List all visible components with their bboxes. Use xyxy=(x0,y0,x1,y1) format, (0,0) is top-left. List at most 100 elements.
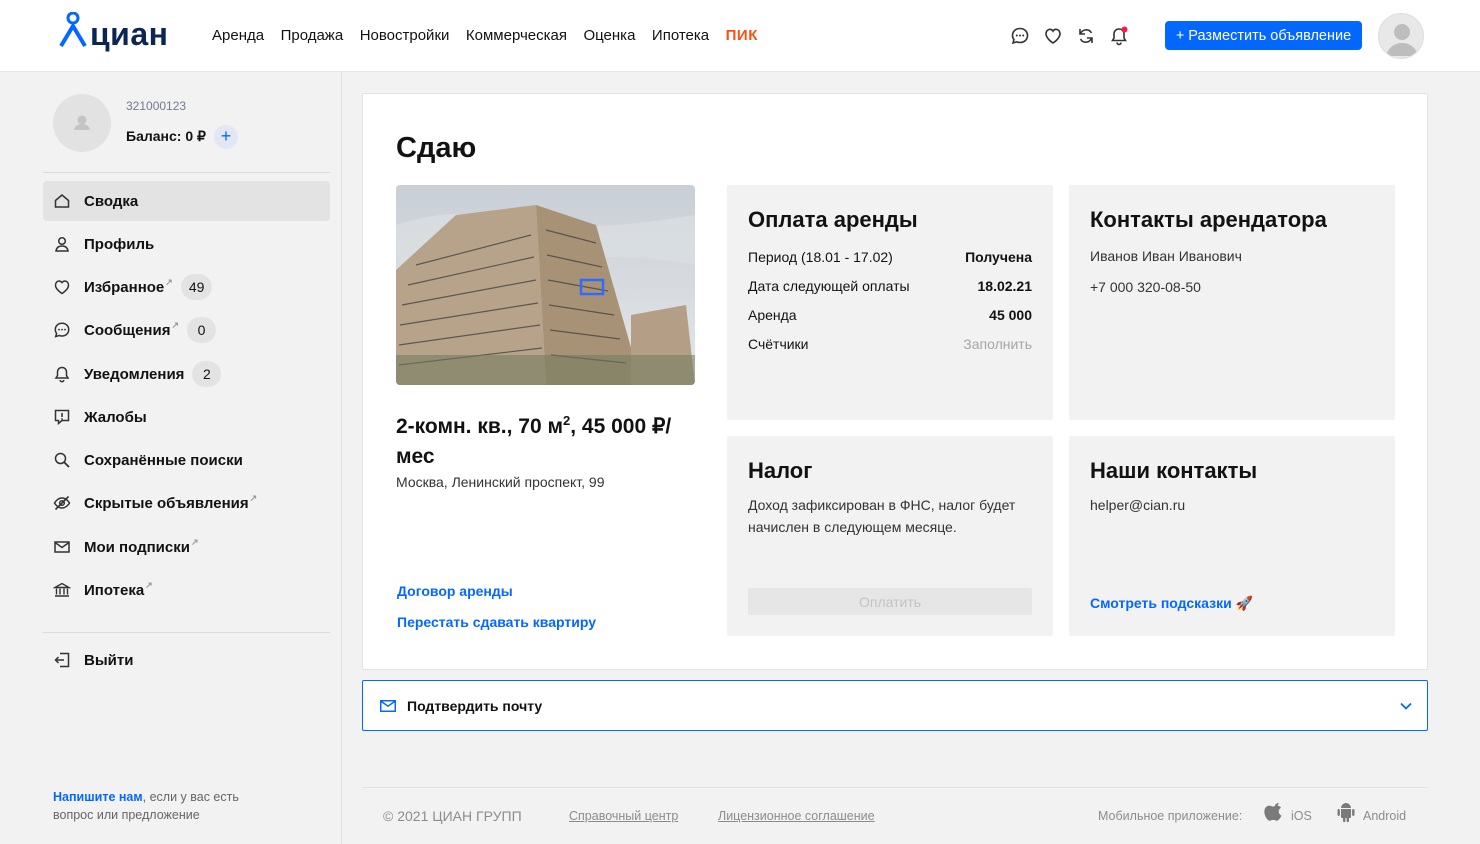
profile-avatar-icon xyxy=(74,115,90,130)
rental-contract-link[interactable]: Договор аренды xyxy=(397,583,513,599)
sidebar-item-complaints[interactable]: Жалобы xyxy=(43,397,330,437)
mobile-app-label: Мобильное приложение: xyxy=(1098,809,1243,823)
listing-photo[interactable] xyxy=(396,185,695,385)
sidebar-item-summary[interactable]: Сводка xyxy=(43,181,330,221)
rent-row-period: Период (18.01 - 17.02) Получена xyxy=(748,249,1032,265)
top-up-balance-button[interactable]: + xyxy=(214,125,238,149)
sidebar-item-label: Скрытые объявления xyxy=(84,494,249,512)
sidebar-item-hidden-ads[interactable]: Скрытые объявления ↗ xyxy=(43,483,330,523)
sidebar-item-messages[interactable]: Сообщения ↗ 0 xyxy=(43,310,330,350)
balance: Баланс: 0 ₽ xyxy=(126,128,206,144)
bank-icon xyxy=(53,582,71,597)
rent-row-value: 45 000 xyxy=(989,307,1032,323)
listing-title[interactable]: 2-комн. кв., 70 м2, 45 000 ₽/мес xyxy=(396,406,696,472)
bell-icon xyxy=(54,366,70,383)
logout-button[interactable]: Выйти xyxy=(43,640,330,680)
confirm-email-label: Подтвердить почту xyxy=(407,697,543,714)
nav-valuation[interactable]: Оценка xyxy=(583,27,635,44)
favorites-heart-icon[interactable] xyxy=(1043,26,1063,46)
confirm-email-panel[interactable]: Подтвердить почту xyxy=(362,680,1428,731)
external-link-icon: ↗ xyxy=(190,536,199,547)
nav-sale[interactable]: Продажа xyxy=(281,27,344,44)
write-us-link[interactable]: Напишите нам xyxy=(53,790,143,804)
external-link-icon: ↗ xyxy=(249,492,258,503)
chevron-down-icon[interactable] xyxy=(1399,699,1413,713)
license-agreement-link[interactable]: Лицензионное соглашение xyxy=(718,809,875,823)
android-app-link[interactable]: Android xyxy=(1363,809,1406,823)
compare-icon[interactable] xyxy=(1076,26,1096,46)
sidebar-item-saved-searches[interactable]: Сохранённые поиски xyxy=(43,440,330,480)
support-email[interactable]: helper@cian.ru xyxy=(1090,494,1185,516)
cian-logo[interactable]: циан xyxy=(58,12,174,54)
main-nav: Аренда Продажа Новостройки Коммерческая … xyxy=(212,27,774,44)
sidebar-item-label: Сохранённые поиски xyxy=(84,451,243,469)
tenant-contacts-title: Контакты арендатора xyxy=(1090,207,1327,232)
sidebar-item-favorites[interactable]: Избранное ↗ 49 xyxy=(43,267,330,307)
nav-rent[interactable]: Аренда xyxy=(212,27,264,44)
eye-off-icon xyxy=(53,495,71,511)
saved-search-icon xyxy=(54,452,70,468)
apple-icon[interactable] xyxy=(1264,802,1284,824)
sidebar-item-label: Сводка xyxy=(84,192,139,210)
heart-icon xyxy=(54,280,70,295)
messages-count-badge: 0 xyxy=(187,317,217,343)
header: циан Аренда Продажа Новостройки Коммерче… xyxy=(0,0,1480,72)
rent-row-label: Дата следующей оплаты xyxy=(748,278,910,294)
tax-box: Налог Доход зафиксирован в ФНС, налог бу… xyxy=(727,436,1053,636)
sidebar-item-profile[interactable]: Профиль xyxy=(43,224,330,264)
nav-pik[interactable]: ПИК xyxy=(726,27,758,44)
our-contacts-box: Наши контакты helper@cian.ru Смотреть по… xyxy=(1069,436,1395,636)
rental-card: Сдаю 2-комн. кв., 70 м2, 45 000 ₽/мес Мо… xyxy=(362,93,1428,670)
complaint-icon xyxy=(54,409,70,426)
external-link-icon: ↗ xyxy=(145,579,153,590)
logo-text: циан xyxy=(90,16,169,52)
external-link-icon: ↗ xyxy=(165,276,173,287)
stop-renting-link[interactable]: Перестать сдавать квартиру xyxy=(397,614,596,630)
rent-row-next-date: Дата следующей оплаты 18.02.21 xyxy=(748,278,1032,294)
nav-mortgage[interactable]: Ипотека xyxy=(652,27,709,44)
favorites-count-badge: 49 xyxy=(180,274,213,300)
ios-app-link[interactable]: iOS xyxy=(1291,809,1312,823)
sidebar-item-notifications[interactable]: Уведомления 2 xyxy=(43,354,330,394)
nav-new-buildings[interactable]: Новостройки xyxy=(360,27,450,44)
user-avatar[interactable] xyxy=(1378,13,1424,59)
mail-icon xyxy=(54,541,70,553)
chat-icon xyxy=(54,322,70,338)
listing-address: Москва, Ленинский проспект, 99 xyxy=(396,474,605,490)
help-center-link[interactable]: Справочный центр xyxy=(569,809,678,823)
logout-icon xyxy=(54,652,70,668)
rent-row-amount: Аренда 45 000 xyxy=(748,307,1032,323)
home-icon xyxy=(54,194,70,208)
sidebar-item-label: Ипотека xyxy=(84,581,145,599)
tenant-phone[interactable]: +7 000 320-08-50 xyxy=(1090,276,1201,298)
view-tips-link[interactable]: Смотреть подсказки 🚀 xyxy=(1090,595,1253,612)
logout-label: Выйти xyxy=(84,651,134,669)
nav-commercial[interactable]: Коммерческая xyxy=(466,27,567,44)
rent-payment-box: Оплата аренды Период (18.01 - 17.02) Пол… xyxy=(727,185,1053,420)
pay-tax-button[interactable]: Оплатить xyxy=(748,588,1032,615)
sidebar-item-label: Уведомления xyxy=(84,365,185,383)
sidebar-divider xyxy=(43,632,330,633)
fill-meters-link[interactable]: Заполнить xyxy=(963,336,1032,352)
sidebar-item-label: Профиль xyxy=(84,235,155,253)
sidebar-item-label: Жалобы xyxy=(84,408,147,426)
logo-person-icon xyxy=(59,12,87,48)
post-ad-button[interactable]: + Разместить объявление xyxy=(1165,21,1362,50)
rent-row-value: 18.02.21 xyxy=(977,278,1033,294)
tenant-name: Иванов Иван Иванович xyxy=(1090,248,1242,264)
rent-payment-title: Оплата аренды xyxy=(748,207,918,232)
notifications-count-badge: 2 xyxy=(192,361,222,387)
our-contacts-title: Наши контакты xyxy=(1090,458,1258,483)
notifications-bell-icon[interactable] xyxy=(1109,26,1129,46)
profile-avatar[interactable] xyxy=(53,94,111,152)
chat-icon[interactable] xyxy=(1010,26,1030,46)
sidebar-item-label: Избранное xyxy=(84,278,165,296)
android-icon[interactable] xyxy=(1336,802,1356,824)
sidebar: 321000123 Баланс: 0 ₽ + Сводка Профиль И… xyxy=(0,72,342,844)
sidebar-feedback-note: Напишите нам, если у вас есть вопрос или… xyxy=(53,788,273,824)
sidebar-item-subscriptions[interactable]: Мои подписки ↗ xyxy=(43,527,330,567)
mail-icon xyxy=(380,699,396,712)
footer: © 2021 ЦИАН ГРУПП Справочный центр Лицен… xyxy=(362,787,1428,844)
rent-row-value: Получена xyxy=(965,249,1032,265)
sidebar-item-mortgage[interactable]: Ипотека ↗ xyxy=(43,570,330,610)
